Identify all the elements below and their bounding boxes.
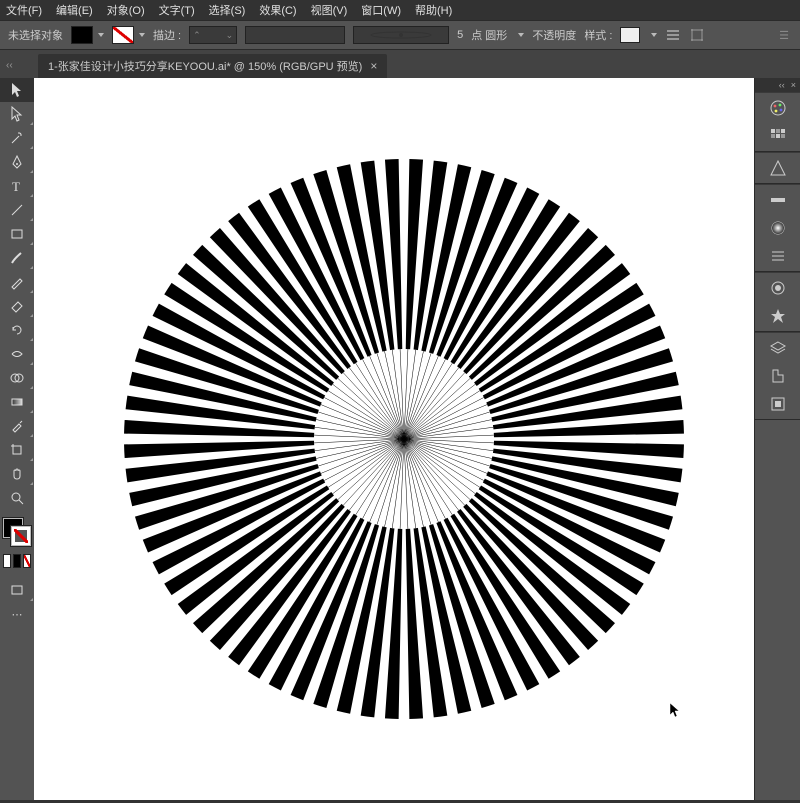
menu-effect[interactable]: 效果(C): [259, 2, 296, 18]
graphic-style-swatch[interactable]: [620, 27, 640, 43]
panel-graphic-styles-icon[interactable]: [764, 305, 792, 327]
variable-width-profile[interactable]: [245, 26, 345, 44]
tool-width[interactable]: [0, 342, 34, 366]
tool-eyedropper[interactable]: [0, 414, 34, 438]
tool-hand[interactable]: [0, 462, 34, 486]
tool-magic-wand[interactable]: [0, 126, 34, 150]
stroke-color-indicator[interactable]: [11, 526, 31, 546]
canvas[interactable]: [34, 78, 754, 800]
control-bar: 未选择对象 描边 : ⌃ ⌄ 5 点 圆形 不透明度 样式 : ☰: [0, 20, 800, 50]
color-mode-row: [0, 554, 34, 572]
panel-assets-icon[interactable]: [764, 365, 792, 387]
tool-eraser[interactable]: [0, 294, 34, 318]
tool-direct-selection[interactable]: [0, 102, 34, 126]
artwork-sunburst: [34, 78, 754, 800]
panel-menu-icon[interactable]: ☰: [776, 27, 792, 43]
fill-swatch[interactable]: [71, 26, 93, 44]
tool-rotate[interactable]: [0, 318, 34, 342]
svg-text:T: T: [12, 179, 20, 194]
point-value: 5: [457, 29, 463, 41]
menu-help[interactable]: 帮助(H): [415, 2, 452, 18]
color-mode-color[interactable]: [3, 554, 11, 568]
stroke-label: 描边 :: [153, 27, 181, 43]
menu-edit[interactable]: 编辑(E): [56, 2, 93, 18]
fill-stroke-indicator[interactable]: [0, 514, 34, 554]
selection-status: 未选择对象: [8, 27, 63, 43]
color-mode-none[interactable]: [23, 554, 31, 568]
tool-panel: T ⋯: [0, 78, 34, 800]
edit-toolbar-button[interactable]: ⋯: [0, 602, 34, 626]
panel-layers-icon[interactable]: [764, 337, 792, 359]
tab-scroll-arrows[interactable]: ‹‹: [6, 56, 26, 74]
tool-pen[interactable]: [0, 150, 34, 174]
tool-pencil[interactable]: [0, 270, 34, 294]
align-icon[interactable]: [665, 27, 681, 43]
tool-gradient[interactable]: [0, 390, 34, 414]
panel-appearance-icon[interactable]: [764, 277, 792, 299]
tool-zoom[interactable]: [0, 486, 34, 510]
stroke-swatch[interactable]: [112, 26, 134, 44]
panel-color-guide-icon[interactable]: [764, 157, 792, 179]
transform-icon[interactable]: [689, 27, 705, 43]
menu-window[interactable]: 窗口(W): [361, 2, 401, 18]
point-shape-label: 点 圆形: [471, 27, 507, 43]
panel-transparency-icon[interactable]: [764, 245, 792, 267]
style-label: 样式 :: [584, 27, 612, 43]
document-tab-title: 1-张家佳设计小技巧分享KEYOOU.ai* @ 150% (RGB/GPU 预…: [48, 58, 362, 74]
menu-object[interactable]: 对象(O): [107, 2, 145, 18]
panel-color-icon[interactable]: [764, 97, 792, 119]
tool-paintbrush[interactable]: [0, 246, 34, 270]
tool-rectangle[interactable]: [0, 222, 34, 246]
menu-file[interactable]: 文件(F): [6, 2, 42, 18]
color-mode-gradient[interactable]: [13, 554, 21, 568]
menu-bar: 文件(F) 编辑(E) 对象(O) 文字(T) 选择(S) 效果(C) 视图(V…: [0, 0, 800, 20]
stroke-weight-input[interactable]: ⌃ ⌄: [189, 26, 237, 44]
document-tab-bar: 1-张家佳设计小技巧分享KEYOOU.ai* @ 150% (RGB/GPU 预…: [0, 50, 800, 78]
right-panel-dock: ‹‹×: [754, 78, 800, 800]
panel-stroke-icon[interactable]: [764, 189, 792, 211]
menu-type[interactable]: 文字(T): [159, 2, 195, 18]
panel-gradient-icon[interactable]: [764, 217, 792, 239]
opacity-label[interactable]: 不透明度: [532, 27, 576, 43]
close-tab-icon[interactable]: ×: [370, 59, 377, 73]
mouse-cursor-icon: [669, 702, 681, 718]
tool-artboard[interactable]: [0, 438, 34, 462]
brush-definition[interactable]: [353, 26, 449, 44]
panel-artboards-icon[interactable]: [764, 393, 792, 415]
tool-shape-builder[interactable]: [0, 366, 34, 390]
screen-mode-normal[interactable]: [0, 578, 34, 602]
tool-line[interactable]: [0, 198, 34, 222]
document-tab[interactable]: 1-张家佳设计小技巧分享KEYOOU.ai* @ 150% (RGB/GPU 预…: [38, 54, 387, 78]
dock-header[interactable]: ‹‹×: [755, 78, 800, 92]
panel-swatches-icon[interactable]: [764, 125, 792, 147]
menu-view[interactable]: 视图(V): [311, 2, 348, 18]
tool-type[interactable]: T: [0, 174, 34, 198]
tool-selection[interactable]: [0, 78, 34, 102]
menu-select[interactable]: 选择(S): [209, 2, 246, 18]
